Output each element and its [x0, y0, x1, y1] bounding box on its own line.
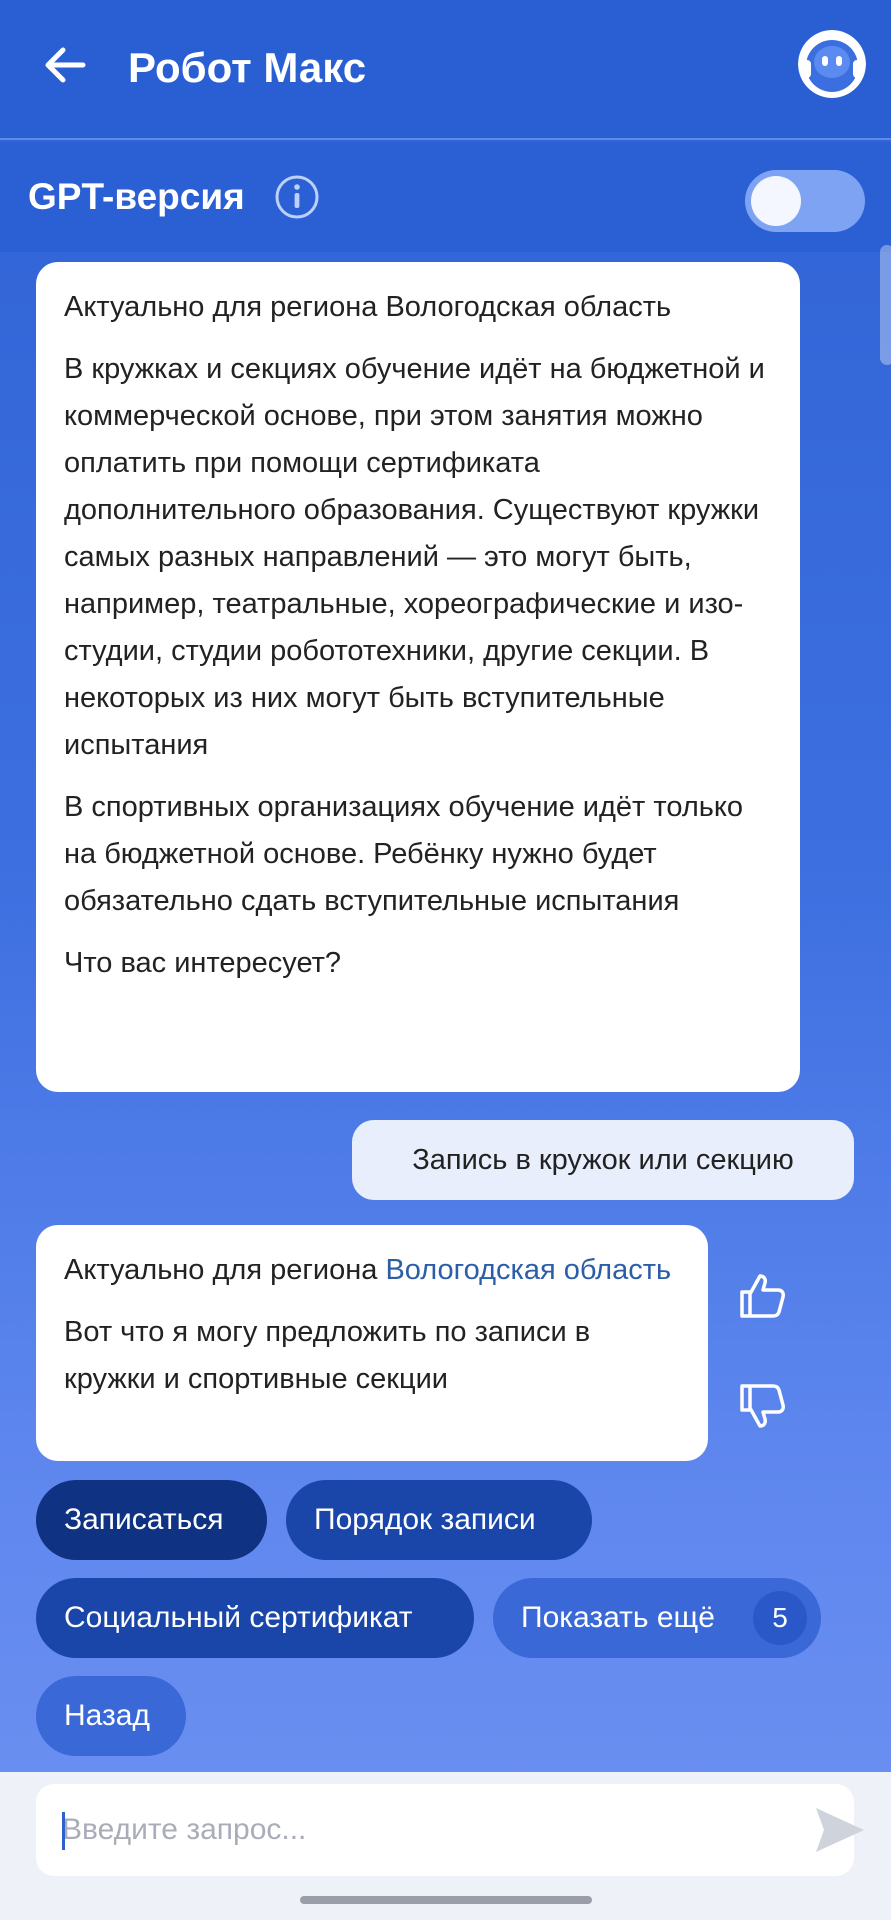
info-button[interactable] — [274, 174, 320, 220]
show-more-label: Показать ещё — [521, 1601, 715, 1634]
region-prefix: Актуально для региона — [64, 1254, 386, 1286]
user-message: Запись в кружок или секцию — [352, 1120, 854, 1200]
thumbs-down-icon — [740, 1384, 785, 1428]
message-paragraph: Вот что я могу предложить по записи в кр… — [64, 1316, 591, 1395]
scrollbar[interactable] — [880, 245, 891, 365]
page-title: Робот Макс — [128, 44, 367, 91]
info-icon — [275, 175, 319, 219]
show-more-chip[interactable]: Показать ещё 5 — [493, 1578, 821, 1658]
bot-message: Актуально для региона Вологодская област… — [36, 262, 800, 1092]
dislike-button[interactable] — [734, 1378, 790, 1434]
bot-message: Актуально для региона Вологодская област… — [36, 1225, 708, 1461]
signup-chip[interactable]: Записаться — [36, 1480, 267, 1560]
thumbs-up-icon — [740, 1274, 785, 1318]
home-indicator[interactable] — [300, 1896, 592, 1904]
gpt-version-bar: GPT-версия — [0, 142, 891, 252]
toggle-knob — [751, 176, 801, 226]
robot-avatar[interactable] — [798, 30, 866, 98]
arrow-left-icon — [45, 47, 86, 83]
robot-avatar-icon — [798, 30, 866, 98]
send-icon — [816, 1808, 864, 1852]
gpt-version-toggle[interactable] — [745, 170, 865, 232]
input-container — [36, 1784, 864, 1876]
order-chip[interactable]: Порядок записи — [286, 1480, 592, 1560]
count-badge: 5 — [753, 1591, 807, 1645]
app-header: Робот Макс — [0, 0, 891, 140]
like-button[interactable] — [734, 1268, 790, 1324]
message-paragraph: Что вас интересует? — [64, 947, 342, 979]
region-line: Актуально для региона Вологодская област… — [64, 1247, 680, 1294]
message-paragraph: Актуально для региона Вологодская област… — [64, 291, 672, 323]
gpt-version-label: GPT-версия — [28, 176, 245, 217]
send-button[interactable] — [812, 1804, 868, 1856]
message-paragraph: В спортивных организациях обучение идёт … — [64, 791, 744, 917]
certificate-chip[interactable]: Социальный сертификат — [36, 1578, 474, 1658]
back-chip[interactable]: Назад — [36, 1676, 186, 1756]
text-caret — [62, 1812, 65, 1850]
message-paragraph: В кружках и секциях обучение идёт на бюд… — [64, 353, 765, 761]
query-input[interactable] — [62, 1784, 762, 1876]
back-button[interactable] — [40, 40, 90, 90]
input-bar — [0, 1772, 891, 1920]
region-link[interactable]: Вологодская область — [385, 1254, 671, 1286]
